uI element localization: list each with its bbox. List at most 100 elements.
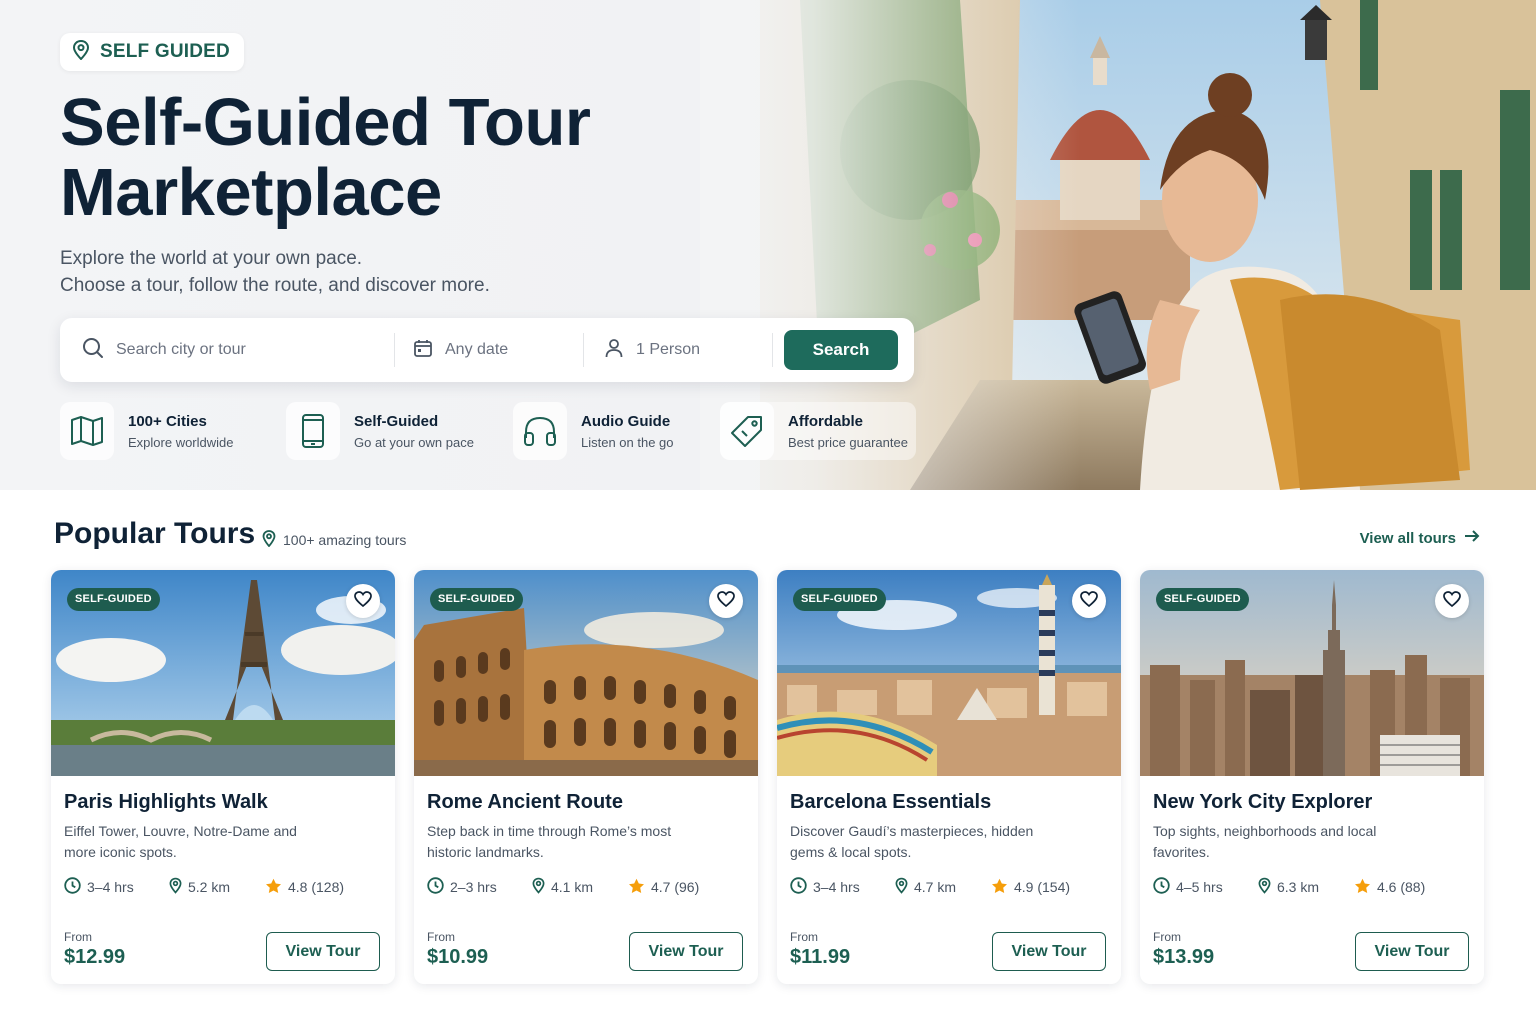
tour-duration-value: 3–4 hrs	[87, 879, 134, 895]
view-tour-button[interactable]: View Tour	[992, 932, 1106, 971]
location-pin-icon	[532, 877, 545, 897]
search-button[interactable]: Search	[784, 330, 898, 370]
popular-tours-heading: Popular Tours	[54, 517, 256, 550]
star-icon	[265, 878, 282, 897]
tour-description: Eiffel Tower, Louvre, Notre-Dame and mor…	[64, 823, 297, 860]
location-pin-icon	[262, 530, 276, 550]
heart-icon	[717, 590, 735, 612]
tour-card-rome[interactable]: SELF-GUIDED Rome Ancient Route Step back…	[414, 570, 758, 984]
tour-distance: 4.1 km	[532, 877, 628, 897]
feature-title: 100+ Cities	[128, 412, 207, 430]
location-pin-icon	[895, 877, 908, 897]
feature-affordable: Affordable Best price guarantee	[720, 402, 916, 460]
tour-description: Discover Gaudí’s masterpieces, hidden ge…	[790, 823, 1034, 860]
tour-rating: 4.7 (96)	[628, 877, 699, 897]
hero-subtitle-line1: Explore the world at your own pace.	[60, 248, 363, 269]
page-title-line1: Self-Guided Tour	[60, 85, 591, 160]
tour-image-barcelona: SELF-GUIDED	[777, 570, 1121, 776]
tour-meta: 4–5 hrs 6.3 km 4.6 (88)	[1153, 877, 1425, 897]
star-icon	[991, 878, 1008, 897]
tour-card-paris[interactable]: SELF-GUIDED Paris Highlights Walk Eiffel…	[51, 570, 395, 984]
favorite-button[interactable]	[709, 584, 743, 618]
feature-title: Affordable	[788, 412, 863, 430]
arrow-right-icon	[1464, 529, 1480, 547]
view-tour-button[interactable]: View Tour	[629, 932, 743, 971]
feature-title: Self-Guided	[354, 412, 439, 430]
tour-meta: 3–4 hrs 4.7 km 4.9 (154)	[790, 877, 1070, 897]
hero-subtitle-line2: Choose a tour, follow the route, and dis…	[60, 275, 490, 296]
tour-image-new-york: SELF-GUIDED	[1140, 570, 1484, 776]
tour-title[interactable]: Paris Highlights Walk	[64, 791, 268, 814]
location-pin-icon	[72, 39, 90, 65]
view-all-label: View all tours	[1359, 529, 1456, 547]
tour-rating: 4.6 (88)	[1354, 877, 1425, 897]
tour-meta: 3–4 hrs 5.2 km 4.8 (128)	[64, 877, 344, 897]
self-guided-tag: SELF GUIDED	[60, 33, 244, 71]
tour-title[interactable]: Rome Ancient Route	[427, 791, 623, 814]
clock-icon	[1153, 877, 1170, 897]
price-from-label: From	[1153, 930, 1181, 944]
price-from-label: From	[790, 930, 818, 944]
tour-image-rome: SELF-GUIDED	[414, 570, 758, 776]
tour-distance-value: 4.7 km	[914, 879, 957, 895]
search-bar: Search city or tour Any date 1 Person Se…	[60, 318, 914, 382]
tour-rating-value: 4.6 (88)	[1377, 879, 1426, 895]
tour-badge: SELF-GUIDED	[430, 588, 523, 611]
tour-title[interactable]: New York City Explorer	[1153, 791, 1372, 814]
tours-count: 100+ amazing tours	[262, 530, 406, 550]
tour-badge: SELF-GUIDED	[1156, 588, 1249, 611]
feature-cities: 100+ Cities Explore worldwide	[60, 402, 234, 460]
people-picker-field[interactable]: 1 Person	[584, 318, 772, 382]
tour-duration: 2–3 hrs	[427, 877, 532, 897]
feature-desc: Explore worldwide	[128, 434, 234, 450]
location-pin-icon	[169, 877, 182, 897]
tour-rating-value: 4.8 (128)	[288, 879, 345, 895]
tour-duration-value: 4–5 hrs	[1176, 879, 1223, 895]
clock-icon	[790, 877, 807, 897]
view-tour-button[interactable]: View Tour	[266, 932, 380, 971]
tour-rating: 4.9 (154)	[991, 877, 1070, 897]
city-search-field[interactable]: Search city or tour	[60, 318, 394, 382]
calendar-icon	[413, 338, 433, 363]
tour-distance-value: 5.2 km	[188, 879, 231, 895]
people-value: 1 Person	[636, 341, 701, 358]
search-icon	[82, 337, 104, 364]
search-divider	[772, 333, 773, 367]
view-all-tours-link[interactable]: View all tours	[1360, 529, 1480, 547]
tour-description: Top sights, neighborhoods and local favo…	[1153, 823, 1377, 860]
person-icon	[604, 338, 624, 363]
tours-count-text: 100+ amazing tours	[283, 532, 407, 548]
tour-card-barcelona[interactable]: SELF-GUIDED Barcelona Essentials Discove…	[777, 570, 1121, 984]
tour-title[interactable]: Barcelona Essentials	[790, 791, 991, 814]
feature-title: Audio Guide	[581, 412, 671, 430]
clock-icon	[427, 877, 444, 897]
favorite-button[interactable]	[1435, 584, 1469, 618]
price-from-label: From	[427, 930, 455, 944]
date-picker-field[interactable]: Any date	[395, 318, 583, 382]
price-tag-icon	[720, 402, 774, 460]
tour-price: $10.99	[427, 946, 489, 968]
view-tour-button[interactable]: View Tour	[1355, 932, 1469, 971]
price-from-label: From	[64, 930, 92, 944]
favorite-button[interactable]	[346, 584, 380, 618]
tour-card-new-york[interactable]: SELF-GUIDED New York City Explorer Top s…	[1140, 570, 1484, 984]
tour-price: $12.99	[64, 946, 126, 968]
tour-rating-value: 4.9 (154)	[1014, 879, 1071, 895]
tour-distance: 5.2 km	[169, 877, 265, 897]
tour-duration: 3–4 hrs	[790, 877, 895, 897]
feature-desc: Listen on the go	[581, 434, 674, 450]
date-value: Any date	[445, 341, 509, 358]
headphones-icon	[513, 402, 567, 460]
tour-distance: 6.3 km	[1258, 877, 1354, 897]
tour-badge: SELF-GUIDED	[793, 588, 886, 611]
clock-icon	[64, 877, 81, 897]
hero-subtitle: Explore the world at your own pace. Choo…	[60, 245, 660, 299]
tour-distance-value: 6.3 km	[1277, 879, 1320, 895]
feature-self-guided: Self-Guided Go at your own pace	[286, 402, 474, 460]
favorite-button[interactable]	[1072, 584, 1106, 618]
feature-desc: Best price guarantee	[788, 434, 908, 450]
tour-distance-value: 4.1 km	[551, 879, 594, 895]
tour-badge: SELF-GUIDED	[67, 588, 160, 611]
tour-meta: 2–3 hrs 4.1 km 4.7 (96)	[427, 877, 699, 897]
heart-icon	[1080, 590, 1098, 612]
